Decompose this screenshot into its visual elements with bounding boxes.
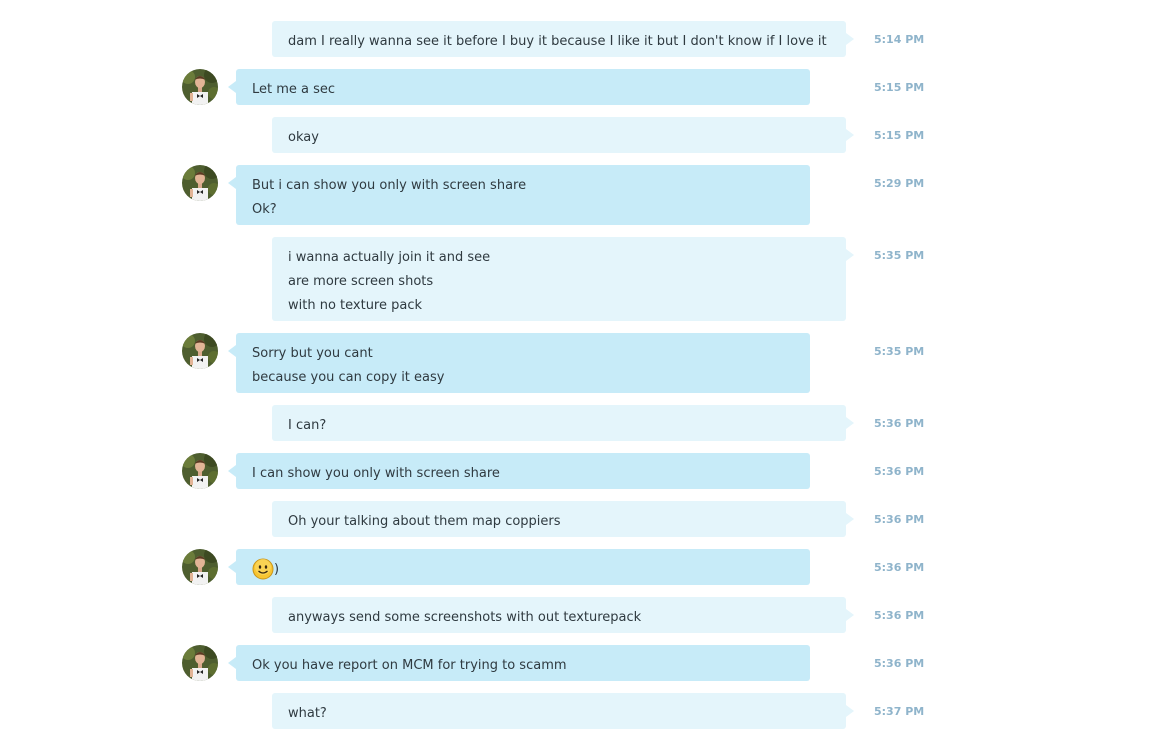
message-text: okay bbox=[288, 130, 319, 145]
message-bubble[interactable]: I can show you only with screen share bbox=[228, 453, 810, 489]
contact-avatar-icon[interactable] bbox=[182, 165, 218, 201]
message-timestamp: 5:15 PM bbox=[874, 129, 925, 142]
message-bubble[interactable]: dam I really wanna see it before I buy i… bbox=[272, 21, 854, 57]
message-text: what? bbox=[288, 706, 327, 721]
incoming-message: ) 5:36 PM bbox=[0, 549, 1173, 585]
message-bubble[interactable]: i wanna actually join it and see are more… bbox=[272, 237, 854, 321]
message-bubble[interactable]: ) bbox=[228, 549, 810, 585]
message-bubble[interactable]: what? bbox=[272, 693, 854, 729]
message-timestamp: 5:37 PM bbox=[874, 705, 925, 718]
message-timestamp: 5:36 PM bbox=[874, 513, 925, 526]
outgoing-message: dam I really wanna see it before I buy i… bbox=[0, 21, 1173, 57]
message-timestamp: 5:36 PM bbox=[874, 465, 925, 478]
message-text-suffix: ) bbox=[274, 562, 280, 577]
message-text: Sorry but you cant bbox=[252, 346, 373, 361]
message-text: But i can show you only with screen shar… bbox=[252, 178, 527, 193]
incoming-message: Sorry but you cant because you can copy i… bbox=[0, 333, 1173, 393]
message-timestamp: 5:36 PM bbox=[874, 657, 925, 670]
message-text: i wanna actually join it and see bbox=[288, 250, 491, 265]
message-bubble[interactable]: Oh your talking about them map coppiers bbox=[272, 501, 854, 537]
incoming-message: But i can show you only with screen shar… bbox=[0, 165, 1173, 225]
outgoing-message: anyways send some screenshots with out t… bbox=[0, 597, 1173, 633]
message-text: with no texture pack bbox=[288, 298, 423, 313]
message-timestamp: 5:36 PM bbox=[874, 417, 925, 430]
incoming-message: Let me a sec 5:15 PM bbox=[0, 69, 1173, 105]
message-timestamp: 5:36 PM bbox=[874, 609, 925, 622]
message-timestamp: 5:15 PM bbox=[874, 81, 925, 94]
message-text: ) bbox=[252, 558, 794, 583]
contact-avatar-icon[interactable] bbox=[182, 69, 218, 105]
message-text: because you can copy it easy bbox=[252, 370, 445, 385]
message-bubble[interactable]: anyways send some screenshots with out t… bbox=[272, 597, 854, 633]
incoming-message: I can show you only with screen share 5:3… bbox=[0, 453, 1173, 489]
message-text: are more screen shots bbox=[288, 274, 434, 289]
outgoing-message: I can? 5:36 PM bbox=[0, 405, 1173, 441]
message-text: I can show you only with screen share bbox=[252, 466, 500, 481]
message-bubble[interactable]: okay bbox=[272, 117, 854, 153]
message-text: Ok you have report on MCM for trying to … bbox=[252, 658, 567, 673]
outgoing-message: i wanna actually join it and see are more… bbox=[0, 237, 1173, 321]
message-text: anyways send some screenshots with out t… bbox=[288, 610, 642, 625]
message-text: dam I really wanna see it before I buy i… bbox=[288, 34, 827, 49]
message-timestamp: 5:14 PM bbox=[874, 33, 925, 46]
message-timestamp: 5:36 PM bbox=[874, 561, 925, 574]
chat-history[interactable]: dam I really wanna see it before I buy i… bbox=[0, 0, 1173, 755]
message-bubble[interactable]: Ok you have report on MCM for trying to … bbox=[228, 645, 810, 681]
message-bubble[interactable]: But i can show you only with screen shar… bbox=[228, 165, 810, 225]
outgoing-message: what? 5:37 PM bbox=[0, 693, 1173, 729]
message-bubble[interactable]: Sorry but you cant because you can copy i… bbox=[228, 333, 810, 393]
contact-avatar-icon[interactable] bbox=[182, 645, 218, 681]
message-timestamp: 5:29 PM bbox=[874, 177, 925, 190]
message-text: Oh your talking about them map coppiers bbox=[288, 514, 561, 529]
message-timestamp: 5:35 PM bbox=[874, 345, 925, 358]
incoming-message: Ok you have report on MCM for trying to … bbox=[0, 645, 1173, 681]
message-bubble[interactable]: Let me a sec bbox=[228, 69, 810, 105]
message-text: I can? bbox=[288, 418, 327, 433]
outgoing-message: Oh your talking about them map coppiers 5… bbox=[0, 501, 1173, 537]
message-bubble[interactable]: I can? bbox=[272, 405, 854, 441]
contact-avatar-icon[interactable] bbox=[182, 453, 218, 489]
message-text: Let me a sec bbox=[252, 82, 336, 97]
message-text: Ok? bbox=[252, 202, 277, 217]
message-timestamp: 5:35 PM bbox=[874, 249, 925, 262]
contact-avatar-icon[interactable] bbox=[182, 549, 218, 585]
smile-emoticon-icon bbox=[252, 558, 274, 580]
outgoing-message: okay 5:15 PM bbox=[0, 117, 1173, 153]
contact-avatar-icon[interactable] bbox=[182, 333, 218, 369]
